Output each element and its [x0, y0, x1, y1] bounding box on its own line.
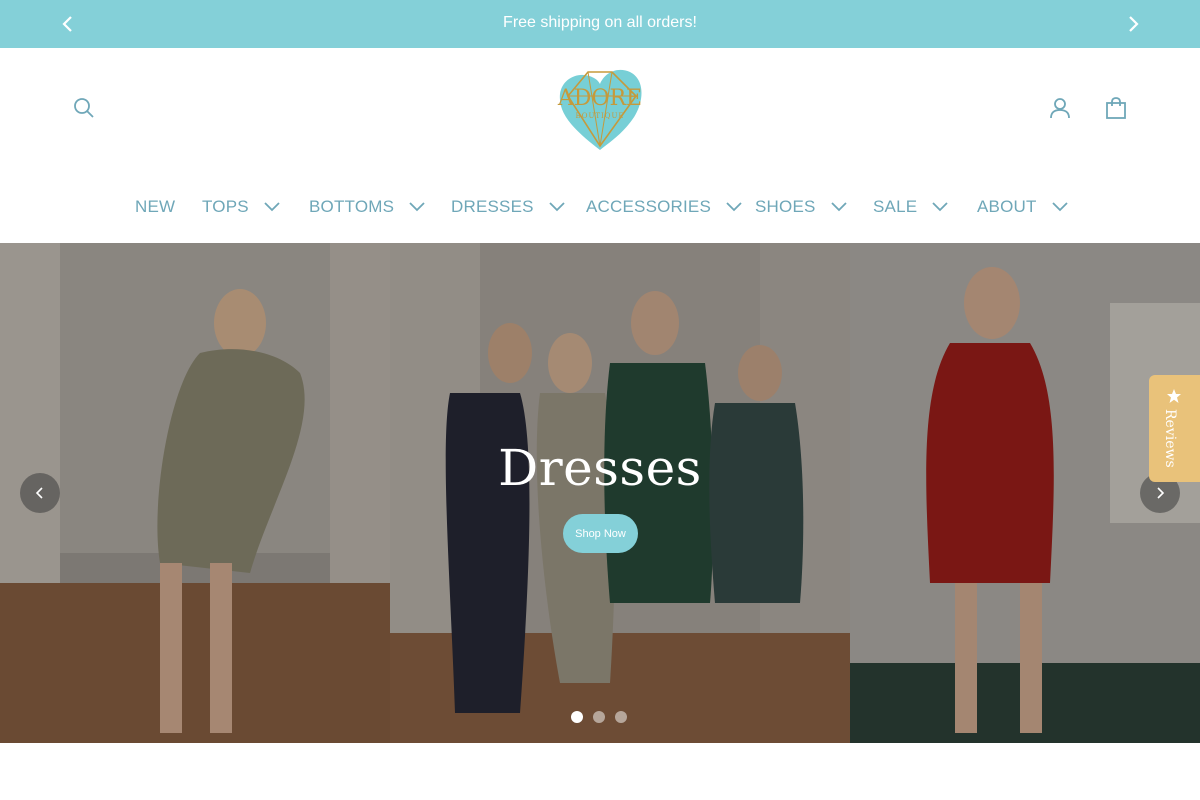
- chevron-down-icon[interactable]: [409, 202, 425, 212]
- chevron-right-icon: [1157, 487, 1165, 499]
- chevron-down-icon[interactable]: [264, 202, 280, 212]
- chevron-left-icon: [35, 487, 43, 499]
- nav-item-shoes[interactable]: SHOES: [755, 192, 847, 222]
- nav-item-tops[interactable]: TOPS: [202, 192, 280, 222]
- nav-item-about[interactable]: ABOUT: [977, 192, 1068, 222]
- nav-item-bottoms[interactable]: BOTTOMS: [309, 192, 425, 222]
- chevron-down-icon[interactable]: [726, 202, 742, 212]
- nav-item-label: SHOES: [755, 197, 816, 216]
- slide-dot-3[interactable]: [615, 711, 627, 723]
- slide-dot-2[interactable]: [593, 711, 605, 723]
- hero-title: Dresses: [498, 439, 702, 497]
- slide-dot-1[interactable]: [571, 711, 583, 723]
- site-logo[interactable]: ADORE BOUTIQUE: [554, 66, 646, 154]
- user-icon: [1050, 98, 1070, 119]
- nav-item-new[interactable]: NEW: [135, 192, 175, 222]
- cart-button[interactable]: [1104, 96, 1128, 120]
- announcement-bar: Free shipping on all orders!: [0, 0, 1200, 48]
- search-button[interactable]: [72, 96, 96, 120]
- nav-item-label: TOPS: [202, 197, 249, 216]
- nav-item-label: SALE: [873, 197, 918, 216]
- nav-item-label: ACCESSORIES: [586, 197, 712, 216]
- reviews-tab[interactable]: Reviews: [1149, 375, 1200, 482]
- slideshow-prev-button[interactable]: [20, 473, 60, 513]
- main-navigation: NEW TOPS BOTTOMS DRESSES ACCESSORIES SHO…: [0, 192, 1200, 222]
- nav-item-label: NEW: [135, 197, 176, 216]
- announcement-text: Free shipping on all orders!: [503, 14, 697, 31]
- star-icon: [1167, 389, 1181, 403]
- logo-subtext: BOUTIQUE: [575, 112, 625, 120]
- shop-now-button[interactable]: Shop Now: [563, 514, 638, 553]
- nav-item-label: DRESSES: [451, 197, 534, 216]
- nav-item-dresses[interactable]: DRESSES: [451, 192, 565, 222]
- reviews-label: Reviews: [1162, 409, 1178, 468]
- search-icon: [74, 98, 94, 118]
- site-header: ADORE BOUTIQUE NEW TOPS BOTTOMS DRESSES …: [0, 48, 1200, 243]
- chevron-down-icon[interactable]: [932, 202, 948, 212]
- nav-item-sale[interactable]: SALE: [873, 192, 948, 222]
- announcement-next-button[interactable]: [1123, 14, 1143, 34]
- hero-slideshow: Dresses Shop Now: [0, 243, 1200, 743]
- nav-item-label: ABOUT: [977, 197, 1037, 216]
- logo-text: ADORE: [557, 86, 643, 111]
- nav-item-label: BOTTOMS: [309, 197, 395, 216]
- chevron-down-icon[interactable]: [830, 202, 847, 212]
- chevron-down-icon[interactable]: [1051, 202, 1068, 212]
- nav-item-accessories[interactable]: ACCESSORIES: [586, 192, 742, 222]
- shopping-bag-icon: [1106, 97, 1126, 119]
- slideshow-dots: [571, 711, 627, 723]
- chevron-right-icon: [1129, 16, 1139, 32]
- account-button[interactable]: [1048, 96, 1072, 120]
- chevron-down-icon[interactable]: [549, 202, 565, 212]
